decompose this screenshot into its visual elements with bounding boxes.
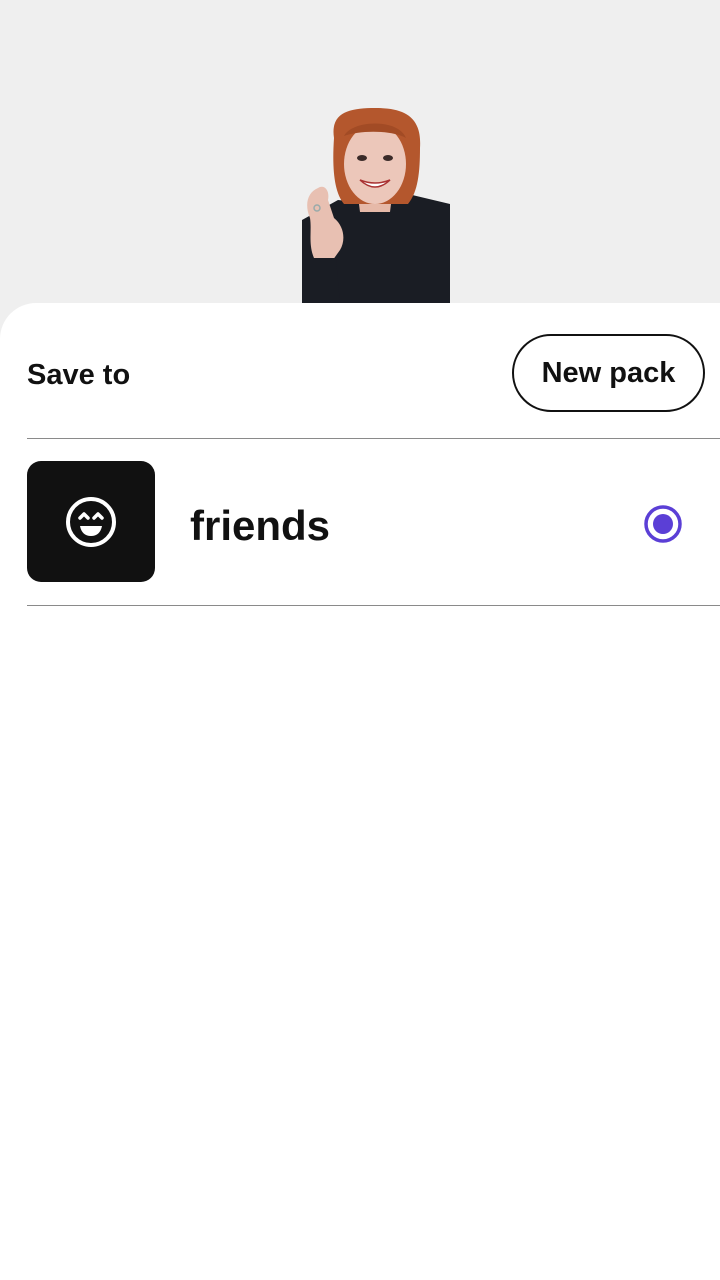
divider xyxy=(27,605,720,606)
radio-selected-icon[interactable] xyxy=(643,504,683,544)
screen: Save to New pack friends xyxy=(0,0,720,1280)
new-pack-button[interactable]: New pack xyxy=(512,334,705,412)
save-to-sheet: Save to New pack friends xyxy=(0,303,720,1280)
divider xyxy=(27,438,720,439)
sticker-preview-image xyxy=(302,108,450,304)
smiley-icon xyxy=(66,496,116,547)
pack-list-item[interactable]: friends xyxy=(0,440,720,605)
sheet-title: Save to xyxy=(27,359,131,391)
pack-name: friends xyxy=(190,502,331,549)
pack-thumbnail xyxy=(27,461,155,582)
sheet-header: Save to New pack xyxy=(0,303,720,439)
